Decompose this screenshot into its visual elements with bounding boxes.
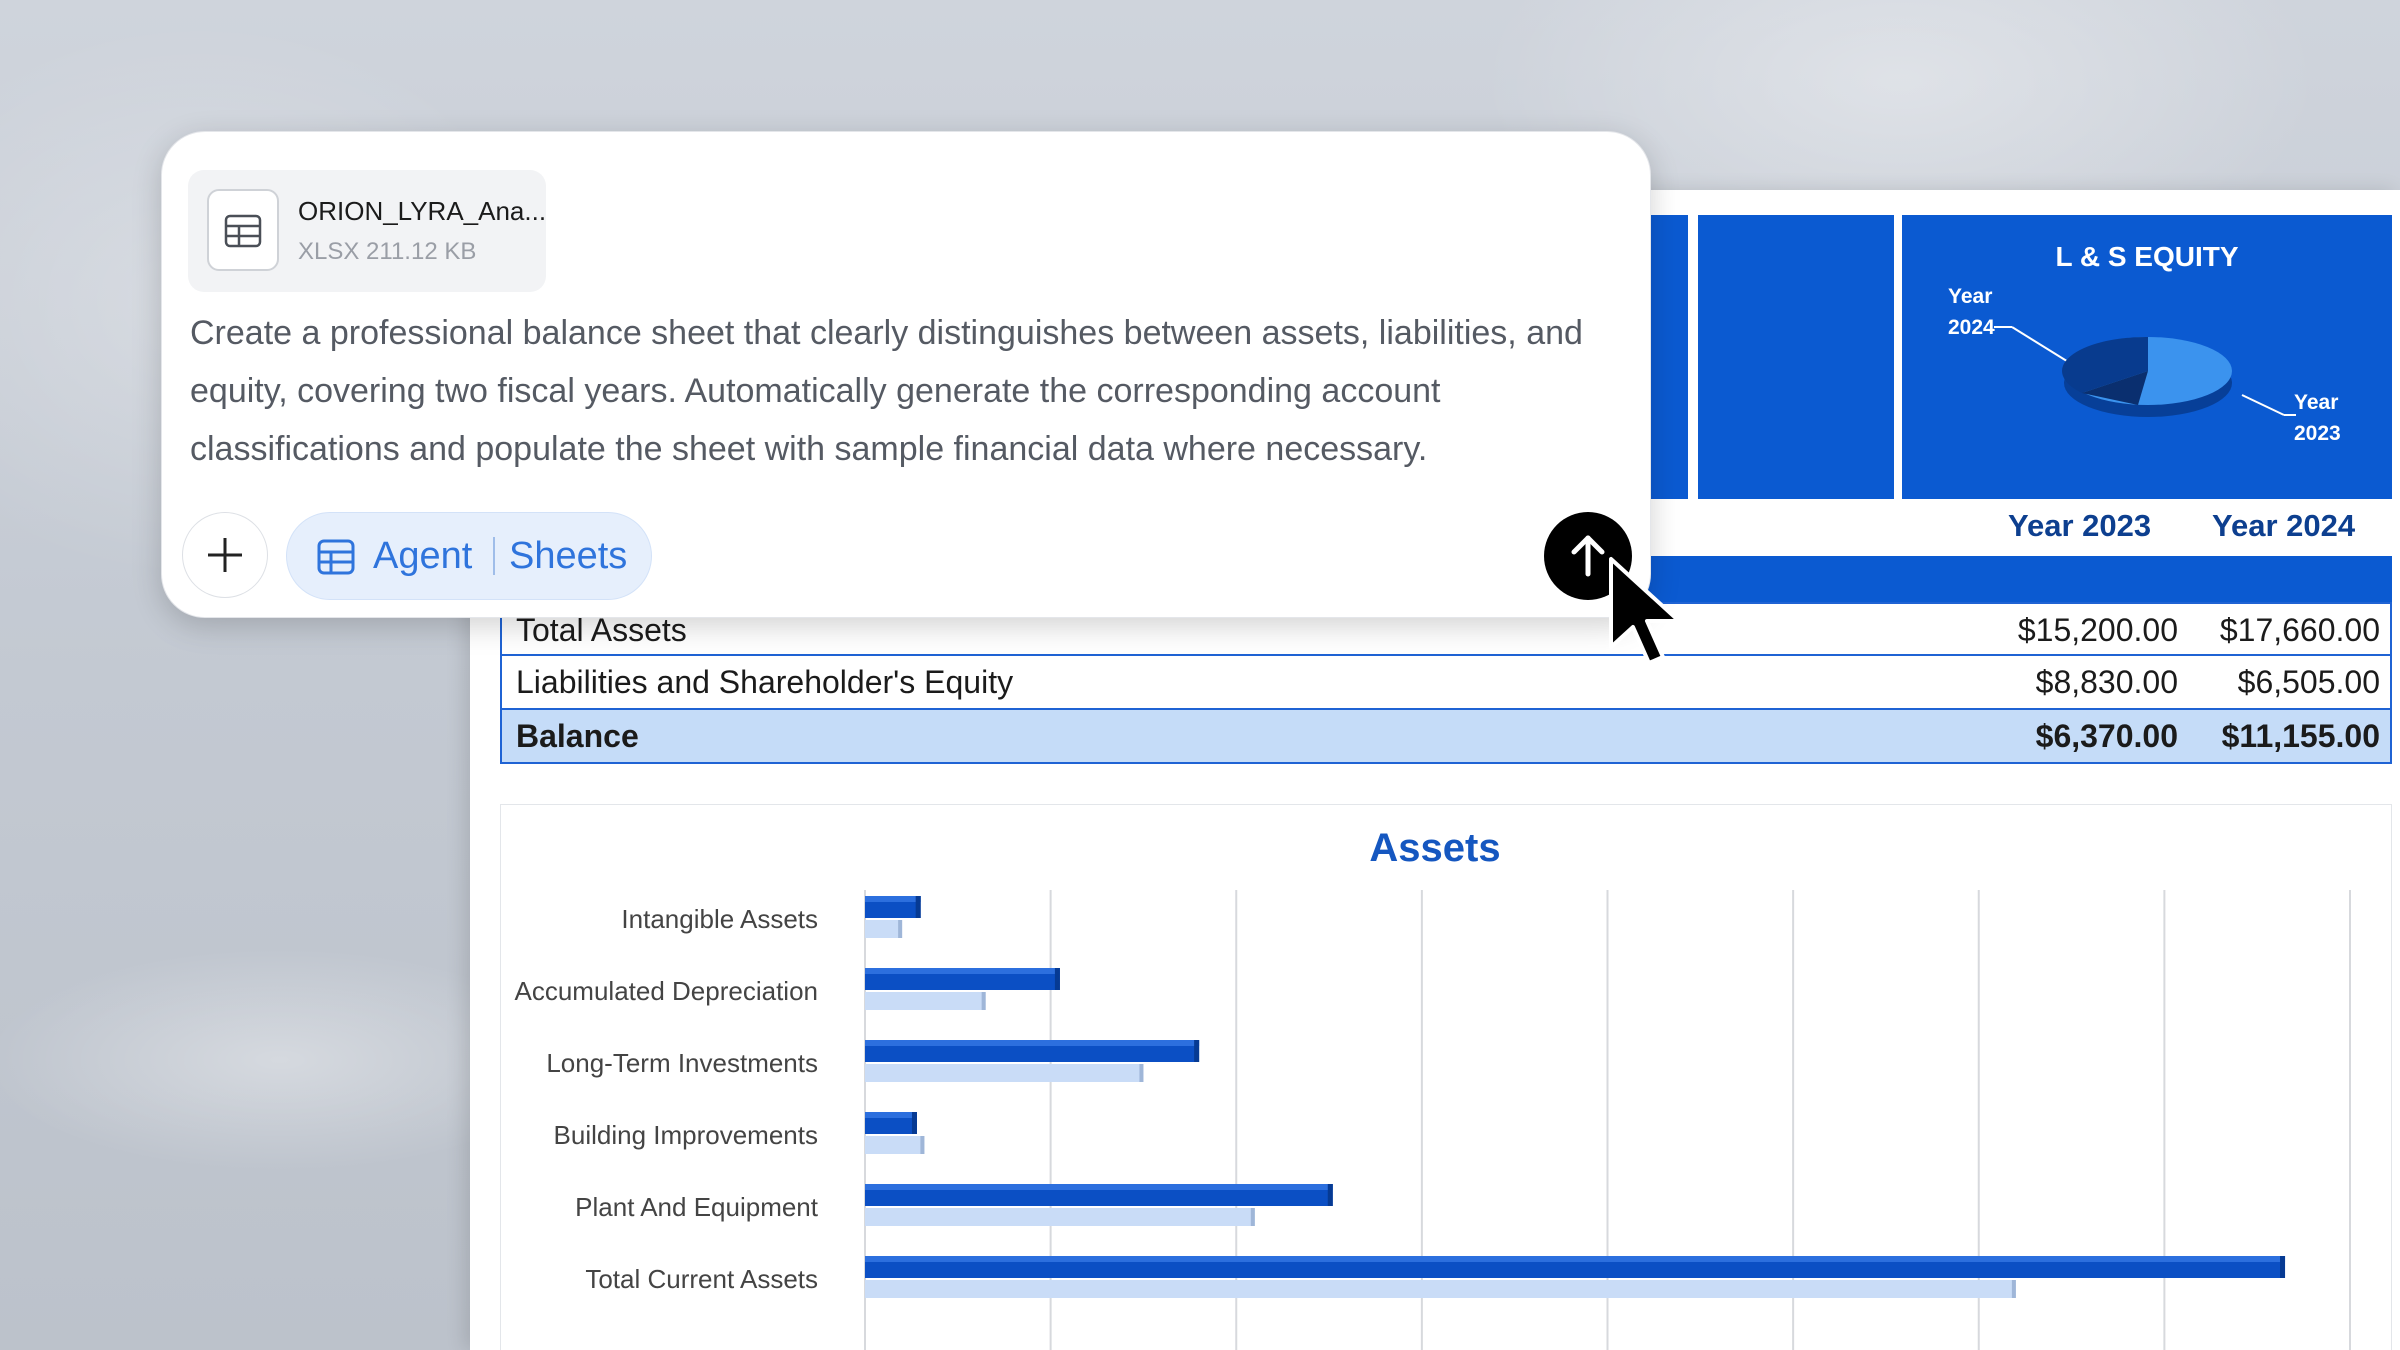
attachment-chip[interactable]: ORION_LYRA_Ana... XLSX 211.12 KB (188, 170, 546, 292)
attachment-file-name: ORION_LYRA_Ana... (298, 196, 547, 226)
row-value-2023: $6,370.00 (2035, 718, 2178, 754)
bar-series-2 (865, 1208, 1255, 1226)
spreadsheet-file-icon (207, 189, 279, 271)
category-label: Long-Term Investments (546, 1048, 818, 1078)
bar-series-2-edge (1139, 1064, 1144, 1082)
column-header-2023: Year 2023 (2008, 508, 2152, 543)
bar-series-1-top (865, 1184, 1333, 1190)
bar-series-1-edge (911, 1112, 917, 1134)
category-label: Intangible Assets (621, 904, 818, 934)
mode-sheets-label: Sheets (509, 535, 628, 577)
bar-series-1-edge (1194, 1040, 1200, 1062)
bar-series-1-edge (1327, 1184, 1333, 1206)
bar-series-2-edge (920, 1136, 925, 1154)
assets-chart-title: Assets (1369, 826, 1501, 870)
bar-series-2 (865, 992, 986, 1010)
row-value-2023: $15,200.00 (2017, 612, 2178, 648)
assets-bar-chart: Intangible Assets Accumulated Depreciatio… (515, 890, 2351, 1350)
bar-series-1-top (865, 896, 921, 902)
bar-series-2-edge (2011, 1280, 2016, 1298)
bar-series-1-top (865, 968, 1060, 974)
header-block-middle (1698, 215, 1894, 499)
bar-series-1-edge (2280, 1256, 2286, 1278)
row-value-2024: $17,660.00 (2219, 612, 2380, 648)
bar-series-1-top (865, 1040, 1200, 1046)
category-label: Accumulated Depreciation (515, 976, 819, 1006)
prompt-composer-card: ORION_LYRA_Ana... XLSX 211.12 KB Create … (161, 131, 1651, 618)
table-row-balance[interactable]: Balance $6,370.00 $11,155.00 (500, 710, 2392, 764)
category-label: Building Improvements (554, 1120, 818, 1150)
bar-series-1-top (865, 1112, 917, 1118)
row-label: Balance (516, 718, 639, 754)
mode-agent-label: Agent (373, 535, 473, 577)
column-header-2024: Year 2024 (2212, 508, 2356, 543)
equity-summary-card: L & S EQUITY Year 2024 Year 2023 (1902, 215, 2392, 499)
pie-leader-2024 (2011, 326, 2071, 364)
bar-series-2 (865, 1064, 1144, 1082)
row-label: Liabilities and Shareholder's Equity (516, 664, 1014, 700)
pie-leader-2023 (2241, 394, 2285, 416)
row-value-2024: $6,505.00 (2237, 664, 2380, 700)
header-block-left (1650, 215, 1688, 499)
prompt-text[interactable]: Create a professional balance sheet that… (190, 304, 1630, 478)
bar-series-1-edge (915, 896, 921, 918)
mouse-cursor-icon (1609, 557, 1681, 665)
table-row-liabilities-equity[interactable]: Liabilities and Shareholder's Equity $8,… (500, 656, 2392, 710)
mode-selector-chip[interactable]: Agent Sheets (286, 512, 652, 600)
equity-pie-chart (1994, 326, 2296, 417)
category-label: Plant And Equipment (575, 1192, 819, 1222)
attachment-file-meta: XLSX 211.12 KB (298, 238, 477, 265)
bar-series-2 (865, 1136, 925, 1154)
bar-series-2-edge (981, 992, 986, 1010)
mode-divider (493, 537, 495, 575)
bar-series-2 (865, 1280, 2016, 1298)
bar-series-2-edge (898, 920, 903, 938)
row-value-2023: $8,830.00 (2035, 664, 2178, 700)
sheet-grid-icon (317, 538, 355, 581)
add-attachment-button[interactable] (182, 512, 268, 598)
bar-series-2 (865, 920, 903, 938)
bar-series-2-edge (1250, 1208, 1255, 1226)
bar-series-1-edge (1054, 968, 1060, 990)
row-value-2024: $11,155.00 (2221, 718, 2380, 754)
category-label: Total Current Assets (585, 1264, 818, 1294)
bar-series-1-top (865, 1256, 2286, 1262)
